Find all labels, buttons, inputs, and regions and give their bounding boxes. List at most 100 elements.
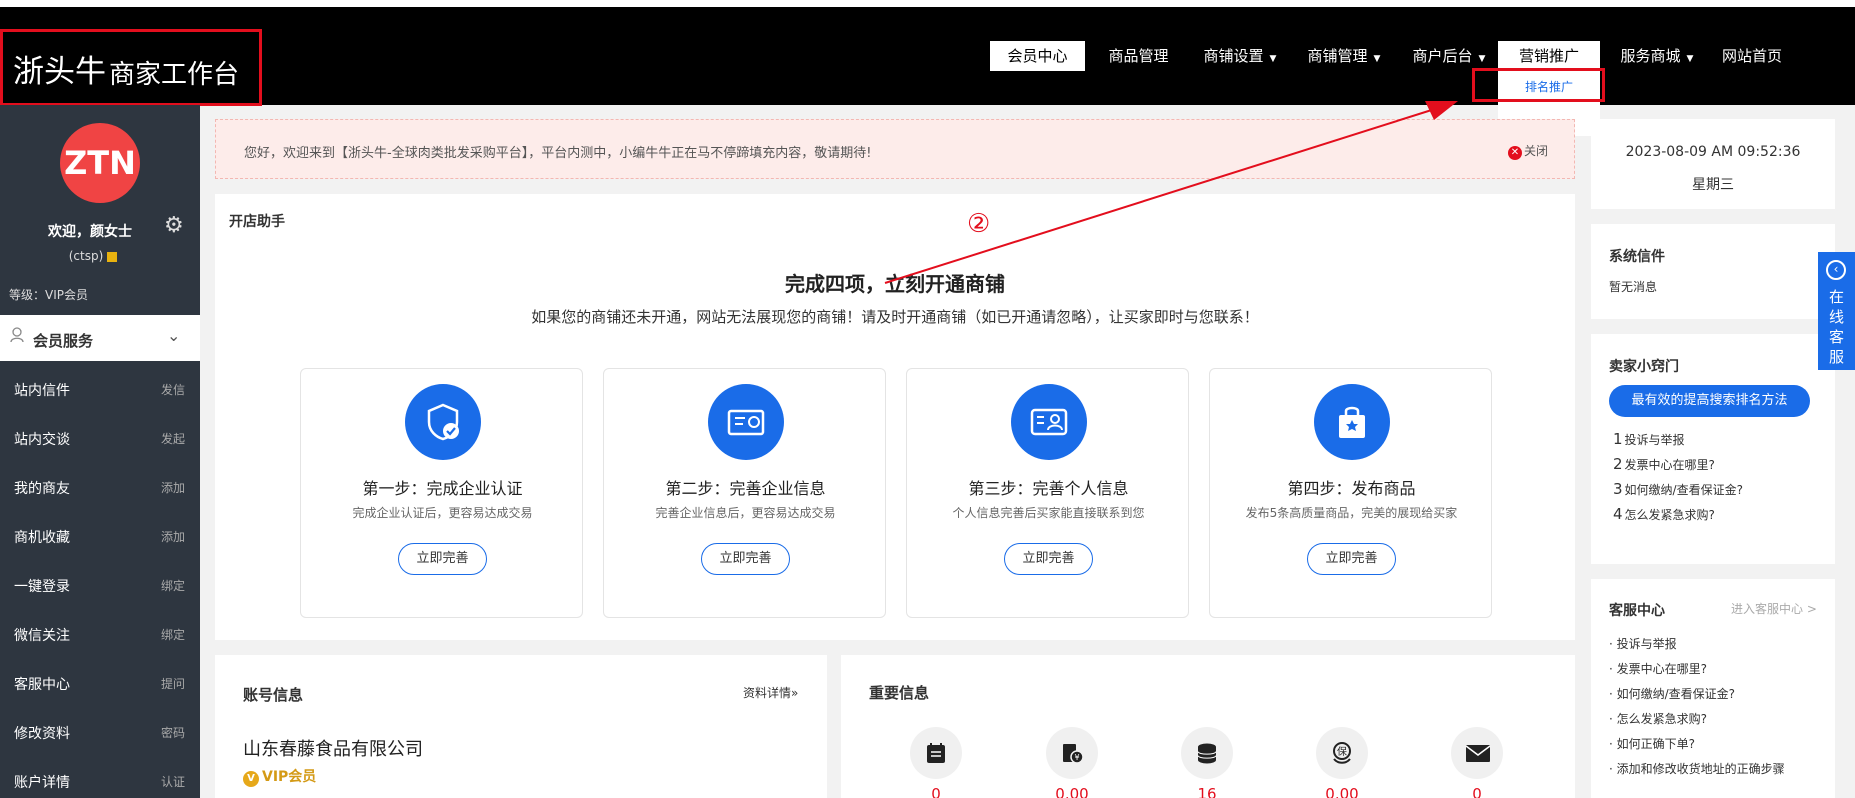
svg-text:保: 保 <box>1337 745 1347 758</box>
welcome-text: 欢迎，颜女士 <box>48 224 132 240</box>
close-button[interactable]: ✕ 关闭 <box>1508 142 1548 160</box>
logo[interactable]: 浙头牛 商家工作台 <box>0 29 262 106</box>
info-item[interactable]: 16 <box>1180 727 1234 798</box>
vip-badge: V VIP会员 <box>243 766 316 787</box>
shop-helper-panel: 开店助手 ② 完成四项，立刻开通商铺 如果您的商铺还未开通，网站无法展现您的商铺… <box>215 194 1575 640</box>
tip-link[interactable]: 2 发票中心在哪里? <box>1613 455 1715 473</box>
online-service-button[interactable]: ‹ 在线客服 <box>1818 252 1855 370</box>
step-card-2: 第二步：完善企业信息 完善企业信息后，更容易达成交易 立即完善 <box>603 368 886 618</box>
mail-icon <box>1451 727 1503 779</box>
panel-title: 卖家小窍门 <box>1609 359 1679 375</box>
search-ranking-button[interactable]: 最有效的提高搜索排名方法 <box>1609 385 1810 417</box>
panel-title: 客服中心 <box>1609 603 1665 619</box>
seller-tips-panel: 卖家小窍门 最有效的提高搜索排名方法 1 投诉与举报 2 发票中心在哪里? 3 如何缴… <box>1591 334 1835 564</box>
tip-link[interactable]: 1 投诉与举报 <box>1613 430 1685 448</box>
sidebar-item-favorites[interactable]: 商机收藏 添加 <box>0 511 200 560</box>
step-card-3: 第三步：完善个人信息 个人信息完善后买家能直接联系到您 立即完善 <box>906 368 1189 618</box>
caret-down-icon: ▼ <box>1269 54 1277 64</box>
account-info-panel: 账号信息 资料详情» 山东春藤食品有限公司 V VIP会员 <box>215 655 827 798</box>
service-link[interactable]: · 添加和修改收货地址的正确步骤 <box>1609 760 1785 777</box>
nav-site-home[interactable]: 网站首页 <box>1713 41 1791 71</box>
empty-message: 暂无消息 <box>1609 280 1658 294</box>
step-card-1: 第一步：完成企业认证 完成企业认证后，更容易达成交易 立即完善 <box>300 368 583 618</box>
company-name: 山东春藤食品有限公司 <box>243 739 423 760</box>
sidebar-item-account-details[interactable]: 账户详情 认证 <box>0 756 200 798</box>
account-id: (ctsp) <box>0 249 186 263</box>
annotation-marker: ② <box>967 209 991 239</box>
customer-service-panel: 客服中心 进入客服中心 > · 投诉与举报 · 发票中心在哪里? · 如何缴纳/… <box>1591 579 1835 798</box>
nav-shop-settings[interactable]: 商铺设置 ▼ <box>1194 41 1286 71</box>
sidebar-item-chat[interactable]: 站内交谈 发起 <box>0 413 200 462</box>
sidebar-item-edit-profile[interactable]: 修改资料 密码 <box>0 707 200 756</box>
id-card-icon <box>1011 384 1087 460</box>
svg-text:¥: ¥ <box>1075 753 1080 762</box>
caret-down-icon: ▼ <box>1478 54 1486 64</box>
nav-merchant-backend[interactable]: 商户后台 ▼ <box>1403 41 1495 71</box>
vip-icon: V <box>243 771 259 787</box>
panel-title: 开店助手 <box>229 214 285 230</box>
service-link[interactable]: · 发票中心在哪里? <box>1609 660 1707 677</box>
info-item[interactable]: 保 0.00 <box>1315 727 1369 798</box>
nav-member-center[interactable]: 会员中心 <box>990 41 1085 71</box>
helper-heading: 完成四项，立刻开通商铺 <box>785 272 1005 296</box>
service-link[interactable]: · 如何正确下单? <box>1609 735 1695 752</box>
sidebar-item-friends[interactable]: 我的商友 添加 <box>0 462 200 511</box>
sidebar-item-wechat[interactable]: 微信关注 绑定 <box>0 609 200 658</box>
sidebar: ZTN 欢迎，颜女士 ⚙ (ctsp) 等级：VIP会员 会员服务 ⌄ 站内信件… <box>0 105 200 798</box>
info-item[interactable]: 0 <box>909 727 963 798</box>
annotation-highlight-box <box>1472 68 1605 102</box>
shopping-bag-icon <box>1314 384 1390 460</box>
tip-link[interactable]: 3 如何缴纳/查看保证金? <box>1613 480 1743 498</box>
service-link[interactable]: · 如何缴纳/查看保证金? <box>1609 685 1735 702</box>
important-info-panel: 重要信息 0 ¥ 0.00 16 保 0.00 0 <box>841 655 1575 798</box>
info-item[interactable]: 0 <box>1450 727 1504 798</box>
chevron-down-icon: ⌄ <box>167 326 181 345</box>
complete-button[interactable]: 立即完善 <box>1004 543 1093 575</box>
datetime: 2023-08-09 AM 09:52:36 <box>1625 144 1801 160</box>
service-link[interactable]: · 怎么发紧急求购? <box>1609 710 1707 727</box>
avatar[interactable]: ZTN <box>60 123 140 203</box>
sidebar-item-customer-service[interactable]: 客服中心 提问 <box>0 658 200 707</box>
step-card-4: 第四步：发布商品 发布5条高质量商品，完美的展现给买家 立即完善 <box>1209 368 1492 618</box>
caret-down-icon: ▼ <box>1686 54 1694 64</box>
enter-service-link[interactable]: 进入客服中心 > <box>1731 600 1817 617</box>
chevron-left-icon: ‹ <box>1826 260 1846 280</box>
logo-main: 浙头牛 <box>13 54 106 90</box>
panel-title: 账号信息 <box>243 686 304 704</box>
money-icon: ¥ <box>1046 727 1098 779</box>
notice-text: 您好，欢迎来到【浙头牛-全球肉类批发采购平台】，平台内测中，小编牛牛正在马不停蹄… <box>244 146 872 161</box>
panel-title: 重要信息 <box>869 684 930 702</box>
datetime-box: 2023-08-09 AM 09:52:36 星期三 <box>1591 119 1835 209</box>
close-icon: ✕ <box>1508 146 1522 160</box>
nav-product-manage[interactable]: 商品管理 <box>1097 41 1180 71</box>
sidebar-item-one-click-login[interactable]: 一键登录 绑定 <box>0 560 200 609</box>
service-link[interactable]: · 投诉与举报 <box>1609 635 1677 652</box>
caret-down-icon: ▼ <box>1373 54 1381 64</box>
shield-check-icon <box>405 384 481 460</box>
badge-icon <box>107 251 118 262</box>
nav-marketing[interactable]: 营销推广 <box>1498 41 1600 71</box>
panel-title: 系统信件 <box>1609 249 1665 265</box>
nav-shop-manage[interactable]: 商铺管理 ▼ <box>1298 41 1390 71</box>
helper-subheading: 如果您的商铺还未开通，网站无法展现您的商铺！请及时开通商铺（如已开通请忽略），让… <box>531 308 1259 326</box>
calendar-icon <box>910 727 962 779</box>
user-icon <box>10 327 24 345</box>
complete-button[interactable]: 立即完善 <box>398 543 487 575</box>
member-service-header[interactable]: 会员服务 ⌄ <box>0 315 200 361</box>
details-link[interactable]: 资料详情» <box>743 684 798 701</box>
logo-sub: 商家工作台 <box>109 60 240 90</box>
complete-button[interactable]: 立即完善 <box>701 543 790 575</box>
deposit-icon: 保 <box>1316 727 1368 779</box>
gear-icon[interactable]: ⚙ <box>164 213 184 238</box>
system-messages-panel: 系统信件 暂无消息 <box>1591 224 1835 319</box>
certificate-icon <box>708 384 784 460</box>
weekday: 星期三 <box>1692 177 1734 193</box>
coins-icon <box>1181 727 1233 779</box>
sidebar-item-messages[interactable]: 站内信件 发信 <box>0 364 200 413</box>
member-level: 等级：VIP会员 <box>9 288 88 302</box>
notice-banner: 您好，欢迎来到【浙头牛-全球肉类批发采购平台】，平台内测中，小编牛牛正在马不停蹄… <box>215 119 1575 179</box>
complete-button[interactable]: 立即完善 <box>1307 543 1396 575</box>
tip-link[interactable]: 4 怎么发紧急求购? <box>1613 505 1715 523</box>
info-item[interactable]: ¥ 0.00 <box>1045 727 1099 798</box>
nav-service-mall[interactable]: 服务商城 ▼ <box>1611 41 1703 71</box>
